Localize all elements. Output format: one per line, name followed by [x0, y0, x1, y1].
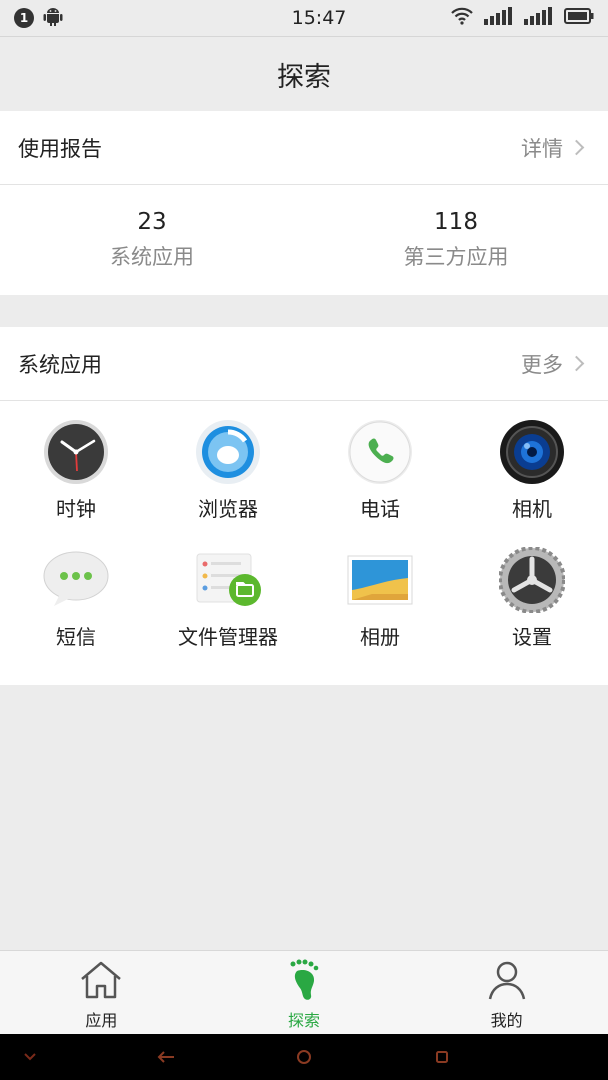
person-icon	[484, 959, 530, 1005]
app-tile-messages[interactable]: 短信	[0, 545, 152, 673]
app-tile-file-manager[interactable]: 文件管理器	[152, 545, 304, 673]
tab-label: 应用	[85, 1011, 118, 1030]
details-label: 详情	[521, 136, 563, 161]
home-button-icon[interactable]	[274, 1034, 334, 1080]
notification-badge: 1	[14, 8, 34, 28]
file-manager-icon	[193, 545, 263, 615]
system-apps-header: 系统应用 更多	[0, 327, 608, 401]
status-bar: 1 15:47	[0, 0, 608, 36]
messages-icon	[41, 545, 111, 615]
usage-report-header: 使用报告 详情	[0, 111, 608, 185]
stat-third-party-apps[interactable]: 118 第三方应用	[304, 185, 608, 295]
usage-report-details-link[interactable]: 详情	[521, 133, 586, 163]
browser-icon	[193, 417, 263, 487]
wifi-icon	[450, 6, 474, 31]
tab-label: 我的	[490, 1011, 523, 1030]
usage-report-card: 使用报告 详情 23 系统应用 118 第三方应用	[0, 111, 608, 295]
app-label: 相机	[512, 497, 552, 521]
app-label: 时钟	[56, 497, 96, 521]
footprint-icon	[281, 959, 327, 1005]
app-tile-gallery[interactable]: 相册	[304, 545, 456, 673]
tab-apps[interactable]: 应用	[0, 951, 203, 1034]
stat-value: 23	[137, 209, 167, 235]
stat-label: 第三方应用	[403, 245, 509, 269]
app-tile-clock[interactable]: 时钟	[0, 417, 152, 545]
chevron-right-icon	[568, 355, 585, 372]
bottom-tab-bar: 应用 探索 我的	[0, 950, 608, 1034]
settings-icon	[497, 545, 567, 615]
system-nav-bar	[0, 1034, 608, 1080]
gallery-icon	[345, 545, 415, 615]
clock-icon	[41, 417, 111, 487]
recents-icon[interactable]	[412, 1034, 472, 1080]
tab-label: 探索	[288, 1011, 321, 1030]
camera-icon	[497, 417, 567, 487]
app-tile-phone[interactable]: 电话	[304, 417, 456, 545]
usage-stats: 23 系统应用 118 第三方应用	[0, 185, 608, 295]
app-label: 文件管理器	[178, 625, 278, 649]
app-tile-settings[interactable]: 设置	[456, 545, 608, 673]
tab-explore[interactable]: 探索	[203, 951, 406, 1034]
stat-system-apps[interactable]: 23 系统应用	[0, 185, 304, 295]
app-tile-camera[interactable]: 相机	[456, 417, 608, 545]
chevron-down-icon[interactable]	[0, 1034, 60, 1080]
usage-report-title: 使用报告	[18, 136, 102, 161]
signal-icon	[484, 6, 514, 30]
more-link[interactable]: 更多	[521, 349, 586, 379]
signal-icon	[524, 6, 554, 30]
app-grid: 时钟 浏览器 电话 相机 短信 文件管理器 相册 设置	[0, 401, 608, 685]
app-label: 电话	[360, 497, 400, 521]
home-icon	[78, 959, 124, 1005]
phone-icon	[345, 417, 415, 487]
stat-value: 118	[434, 209, 478, 235]
tab-mine[interactable]: 我的	[405, 951, 608, 1034]
back-icon[interactable]	[136, 1034, 196, 1080]
app-tile-browser[interactable]: 浏览器	[152, 417, 304, 545]
app-label: 设置	[512, 625, 552, 649]
page-title: 探索	[277, 61, 331, 93]
chevron-right-icon	[568, 139, 585, 156]
more-label: 更多	[521, 352, 563, 377]
status-time: 15:47	[291, 7, 347, 29]
battery-icon	[564, 7, 594, 29]
stat-label: 系统应用	[110, 245, 194, 269]
system-apps-card: 系统应用 更多 时钟 浏览器 电话 相机 短信 文件管理器 相册 设置	[0, 327, 608, 685]
android-icon	[42, 5, 64, 32]
app-label: 相册	[360, 625, 400, 649]
system-apps-title: 系统应用	[18, 352, 102, 377]
app-label: 短信	[56, 625, 96, 649]
app-label: 浏览器	[198, 497, 258, 521]
